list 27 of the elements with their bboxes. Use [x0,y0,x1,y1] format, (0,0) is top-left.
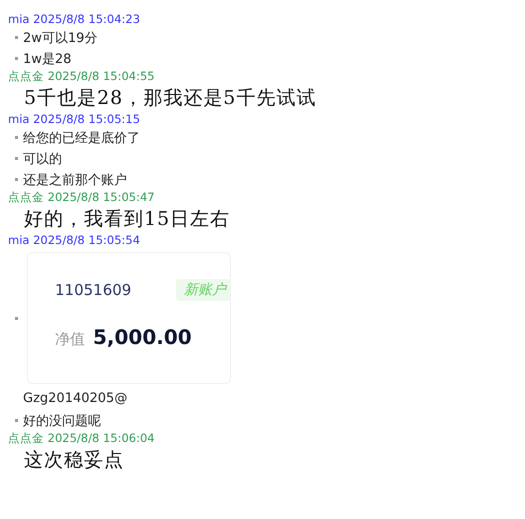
message-text: 还是之前那个账户 [23,172,127,188]
message-text: 这次稳妥点 [23,448,125,473]
bullet-icon [15,419,18,422]
message-text: 好的，我看到15日左右 [23,207,232,232]
equity-label: 净值 [55,330,85,349]
bullet-icon [15,157,18,160]
message-text: 5千也是28，那我还是5千先试试 [23,86,318,111]
message-header: mia 2025/8/8 15:05:15 [8,112,142,127]
message-text: Gzg20140205@ [22,390,128,408]
bullet-icon [15,57,18,60]
message-text: 1w是28 [23,50,72,68]
message-header: 点点金 2025/8/8 15:04:55 [8,69,156,84]
message-header: mia 2025/8/8 15:04:23 [8,12,142,27]
message-text: 可以的 [23,150,62,168]
message-text: 给您的已经是底价了 [23,130,140,146]
message-header: mia 2025/8/8 15:05:54 [8,233,142,248]
account-badge: 新账户 [176,279,230,301]
message-text: 好的没问题呢 [23,412,101,430]
bullet-icon [15,136,18,139]
bullet-icon [15,178,18,181]
message-header: 点点金 2025/8/8 15:06:04 [8,431,156,446]
equity-value: 5,000.00 [93,325,192,349]
bullet-icon [15,316,18,320]
bullet-icon [15,36,18,39]
message-text: 2w可以19分 [23,30,98,46]
account-number: 11051609 [55,281,132,299]
message-header: 点点金 2025/8/8 15:05:47 [8,190,156,205]
